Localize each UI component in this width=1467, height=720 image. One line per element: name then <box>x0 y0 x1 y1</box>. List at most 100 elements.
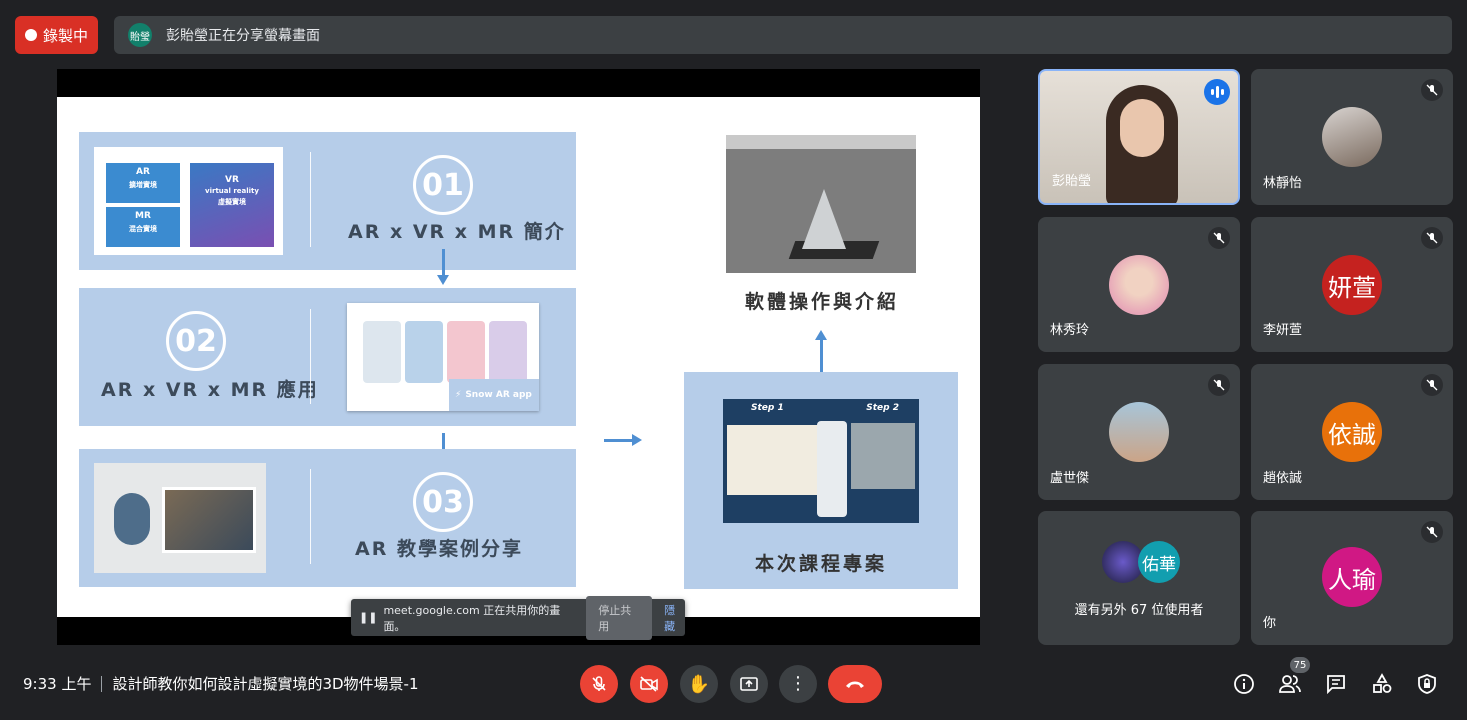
mr-card-label: MR <box>135 211 151 221</box>
avatar <box>1109 402 1169 462</box>
cone-model <box>802 189 846 249</box>
arrow-down-icon <box>437 249 449 285</box>
snow-app-label: ⚡ Snow AR app <box>449 379 539 411</box>
section-title-1: AR x VR x MR 簡介 <box>348 221 566 243</box>
activities-button[interactable] <box>1370 672 1394 696</box>
ar-card: AR 擴增實境 <box>106 163 180 203</box>
hide-notice-button[interactable]: 隱藏 <box>664 602 685 634</box>
participant-tile[interactable]: 盧世傑 <box>1038 364 1240 500</box>
case-study-thumbnail <box>94 463 266 573</box>
present-icon <box>740 677 758 691</box>
camera-off-icon <box>640 676 658 692</box>
software-toolbar <box>726 135 916 149</box>
hand-icon: ✋ <box>687 673 711 695</box>
mr-card: MR 混合實境 <box>106 207 180 247</box>
project-title: 本次課程專案 <box>754 553 887 575</box>
mic-toggle-button[interactable] <box>580 665 618 703</box>
face-photo <box>489 321 527 383</box>
shield-lock-icon <box>1418 674 1436 694</box>
step2-label: Step 2 <box>866 403 899 413</box>
mic-off-icon <box>592 676 606 691</box>
mic-off-icon <box>1421 79 1443 101</box>
presenting-text: 彭貽瑩正在分享螢幕畫面 <box>166 28 320 44</box>
participant-name: 你 <box>1263 616 1277 631</box>
speaking-indicator-icon <box>1204 79 1230 105</box>
arrow-right-icon <box>604 434 642 446</box>
avatar: 妍萱 <box>1322 255 1382 315</box>
people-button[interactable] <box>1278 672 1302 696</box>
stop-sharing-button[interactable]: 停止共用 <box>586 595 653 640</box>
others-count-label: 還有另外 67 位使用者 <box>1074 603 1204 618</box>
avatar <box>1322 107 1382 167</box>
participant-tile[interactable]: 林靜怡 <box>1251 69 1453 205</box>
chat-button[interactable] <box>1324 672 1348 696</box>
participant-name: 盧世傑 <box>1050 471 1090 486</box>
step1-label: Step 1 <box>751 403 784 413</box>
meeting-details-button[interactable] <box>1232 672 1256 696</box>
more-vert-icon: ⋮ <box>789 673 807 694</box>
video-feed-face <box>1120 99 1164 157</box>
vr-card-english: virtual reality <box>205 187 259 195</box>
face-photo <box>447 321 485 383</box>
other-participants-tile[interactable]: 佑華 還有另外 67 位使用者 <box>1038 511 1240 645</box>
record-dot-icon <box>24 29 37 41</box>
snow-app-text: Snow AR app <box>465 390 532 400</box>
section-divider <box>310 152 311 247</box>
meeting-title: 設計師教你如何設計虛擬實境的3D物件場景-1 <box>112 675 419 693</box>
present-screen-button[interactable] <box>730 665 768 703</box>
selfie-photo <box>162 487 256 553</box>
pause-icon: ❚❚ <box>359 611 378 624</box>
participant-tile[interactable]: 依誠 趙依誠 <box>1251 364 1453 500</box>
participant-name: 林靜怡 <box>1263 176 1303 191</box>
ar-card-sub: 擴增實境 <box>129 181 157 189</box>
people-icon <box>1279 675 1301 693</box>
participant-name: 李妍萱 <box>1263 323 1303 338</box>
mr-card-sub: 混合實境 <box>129 225 157 233</box>
sharing-notice: ❚❚ meet.google.com 正在共用你的畫面。 停止共用 隱藏 <box>351 595 685 640</box>
raise-hand-button[interactable]: ✋ <box>680 665 718 703</box>
clock: 9:33 上午 <box>23 675 92 693</box>
ar-app-thumbnail: ⚡ Snow AR app <box>347 303 539 411</box>
participant-name: 彭貽瑩 <box>1052 174 1092 189</box>
section-title-2: AR x VR x MR 應用 <box>101 379 319 401</box>
info-icon <box>1234 674 1254 694</box>
mic-off-icon <box>1421 521 1443 543</box>
mic-off-icon <box>1208 227 1230 249</box>
leave-call-button[interactable] <box>828 665 882 703</box>
vr-card-sub: 虛擬實境 <box>218 198 246 206</box>
mic-off-icon <box>1208 374 1230 396</box>
lightning-icon: ⚡ <box>455 390 462 400</box>
avatar <box>1109 255 1169 315</box>
self-tile[interactable]: 人瑜 你 <box>1251 511 1453 645</box>
shapes-icon <box>1373 673 1392 693</box>
section-divider <box>310 309 311 404</box>
recording-label: 錄製中 <box>42 26 88 45</box>
software-title: 軟體操作與介紹 <box>744 291 899 313</box>
hangup-icon <box>846 681 864 688</box>
host-controls-button[interactable] <box>1415 672 1439 696</box>
participant-tile-speaker[interactable]: 彭貽瑩 <box>1038 69 1240 205</box>
sharing-notice-text: meet.google.com 正在共用你的畫面。 <box>383 603 561 633</box>
room-render <box>851 423 915 489</box>
chat-icon <box>1327 675 1345 695</box>
presenting-banner: 貽瑩 彭貽瑩正在分享螢幕畫面 <box>114 16 1452 54</box>
avatar: 佑華 <box>1138 541 1180 583</box>
project-thumbnail: Step 1 Step 2 <box>723 399 919 523</box>
camera-toggle-button[interactable] <box>630 665 668 703</box>
brand-card <box>727 425 817 495</box>
participant-tile[interactable]: 妍萱 李妍萱 <box>1251 217 1453 352</box>
ar-card-label: AR <box>136 167 150 177</box>
more-options-button[interactable]: ⋮ <box>779 665 817 703</box>
vr-card: VR virtual reality 虛擬實境 <box>190 163 274 247</box>
presentation-slide: AR 擴增實境 MR 混合實境 VR virtual reality 虛擬實境 … <box>57 97 980 617</box>
recording-badge[interactable]: 錄製中 <box>15 16 98 54</box>
section-number-3: 03 <box>413 472 473 532</box>
ar-object-image <box>114 493 150 545</box>
phone-image <box>817 421 847 517</box>
section-number-1: 01 <box>413 155 473 215</box>
section-title-3: AR 教學案例分享 <box>355 538 523 560</box>
mic-off-icon <box>1421 227 1443 249</box>
presenter-avatar: 貽瑩 <box>128 23 152 47</box>
vr-card-label: VR <box>225 175 239 185</box>
participant-tile[interactable]: 林秀玲 <box>1038 217 1240 352</box>
